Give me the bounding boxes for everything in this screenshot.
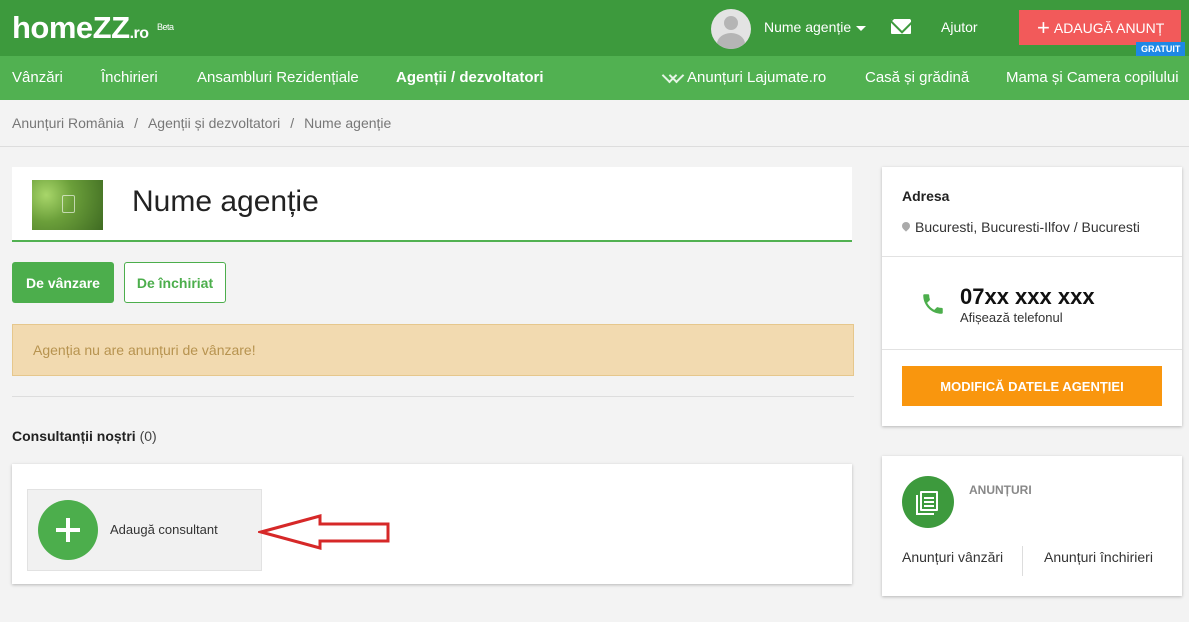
avatar-head: [724, 16, 738, 30]
nav-item-residential[interactable]: Ansambluri Rezidențiale: [197, 69, 359, 86]
nav-item-mother-child[interactable]: Mama și Camera copilului: [1006, 69, 1179, 86]
breadcrumb-separator: /: [290, 115, 295, 131]
nav-item-lajumate-label: Anunțuri Lajumate.ro: [687, 69, 827, 86]
listings-icon-line: [924, 497, 934, 499]
section-divider: [12, 396, 854, 397]
nav-item-sales[interactable]: Vânzări: [12, 69, 63, 86]
plus-icon: [38, 500, 98, 560]
logo-suffix: .ro: [129, 25, 149, 42]
address-line: Bucuresti, Bucuresti-Ilfov / Bucuresti: [900, 219, 1140, 235]
info-divider: [882, 256, 1182, 257]
no-listings-alert: Agenția nu are anunțuri de vânzare!: [12, 324, 854, 376]
agency-menu-label: Nume agenție: [764, 19, 852, 35]
edit-agency-button[interactable]: MODIFICĂ DATELE AGENȚIEI: [902, 366, 1162, 406]
address-title: Adresa: [902, 188, 950, 204]
nav-item-home-garden[interactable]: Casă și grădină: [865, 69, 969, 86]
nav-item-rentals[interactable]: Închirieri: [101, 69, 158, 86]
red-arrow-annotation: [258, 514, 390, 550]
show-phone-link[interactable]: Afișează telefonul: [960, 310, 1063, 325]
handshake-icon: [662, 69, 682, 83]
listings-link-separator: [1022, 546, 1023, 576]
site-logo[interactable]: homeZZ.ro Beta: [12, 10, 174, 50]
breadcrumb: Anunțuri România / Agenții și dezvoltatori…: [12, 115, 391, 131]
sale-listings-link[interactable]: Anunțuri vânzări: [902, 549, 1003, 565]
breadcrumb-separator: /: [134, 115, 138, 131]
chevron-down-icon: [856, 25, 867, 31]
help-link[interactable]: Ajutor: [941, 19, 978, 35]
nav-item-lajumate[interactable]: Anunțuri Lajumate.ro: [662, 69, 826, 86]
agency-name: Nume agenție: [132, 185, 319, 218]
breadcrumb-current: Nume agenție: [304, 115, 392, 131]
beta-badge: Beta: [157, 22, 174, 32]
consultants-card: Adaugă consultant: [12, 464, 852, 584]
info-divider: [882, 349, 1182, 350]
agency-header-card: Nume agenție: [12, 167, 852, 242]
listings-icon-line: [924, 501, 934, 503]
nav-item-agencies[interactable]: Agenții / dezvoltatori: [396, 69, 544, 86]
listings-icon-line: [924, 505, 934, 507]
consultants-count: (0): [139, 428, 157, 444]
add-consultant-button[interactable]: Adaugă consultant: [27, 489, 262, 571]
phone-icon: [923, 294, 943, 314]
consultants-title: Consultanții noștri: [12, 428, 136, 444]
user-avatar[interactable]: [711, 9, 751, 49]
breadcrumb-item[interactable]: Anunțuri România: [12, 115, 124, 131]
logo-main: homeZZ: [12, 10, 130, 45]
address-value: Bucuresti, Bucuresti-Ilfov / Bucuresti: [915, 219, 1140, 235]
listings-icon: [902, 476, 954, 528]
listings-title: ANUNȚURI: [969, 483, 1032, 497]
free-badge: GRATUIT: [1136, 42, 1186, 56]
avatar-body: [717, 33, 745, 49]
add-listing-label: ADAUGĂ ANUNȚ: [1053, 19, 1165, 36]
plus-icon: +: [1037, 14, 1050, 40]
top-header: homeZZ.ro Beta Nume agenție Ajutor + ADA…: [0, 0, 1189, 56]
tab-for-sale[interactable]: De vânzare: [12, 262, 114, 303]
rent-listings-link[interactable]: Anunțuri închirieri: [1044, 549, 1153, 565]
agency-info-card: Adresa Bucuresti, Bucuresti-Ilfov / Bucu…: [882, 167, 1182, 426]
tab-for-rent[interactable]: De închiriat: [124, 262, 226, 303]
phone-number: 07xx xxx xxx: [960, 284, 1095, 309]
main-nav: Vânzări Închirieri Ansambluri Rezidenția…: [0, 56, 1189, 100]
listings-card: ANUNȚURI Anunțuri vânzări Anunțuri închi…: [882, 456, 1182, 596]
consultants-heading: Consultanții noștri (0): [12, 428, 157, 444]
breadcrumb-item[interactable]: Agenții și dezvoltatori: [148, 115, 280, 131]
agency-logo: [32, 180, 103, 230]
agency-account-menu[interactable]: Nume agenție: [764, 19, 867, 35]
add-listing-button[interactable]: + ADAUGĂ ANUNȚ: [1019, 10, 1181, 45]
add-consultant-label: Adaugă consultant: [110, 522, 218, 537]
breadcrumb-divider: [0, 146, 1189, 147]
envelope-icon[interactable]: [891, 19, 911, 34]
map-pin-icon: [900, 220, 912, 232]
